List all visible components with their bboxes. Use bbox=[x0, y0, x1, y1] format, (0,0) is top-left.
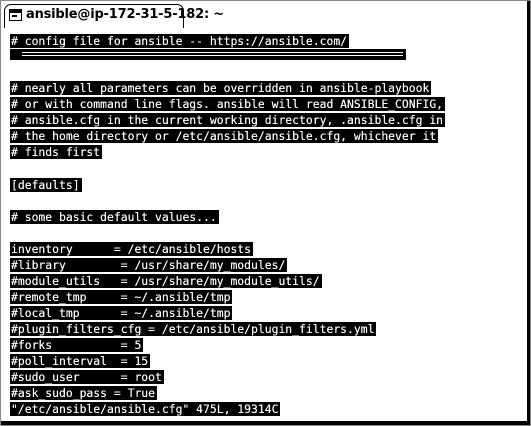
terminal-tab[interactable]: ansible@ip-172-31-5-182: ~ bbox=[4, 4, 224, 28]
status-line: "/etc/ansible/ansible.cfg" 475L, 19314C bbox=[10, 402, 281, 416]
terminal-line: # some basic default values... bbox=[10, 210, 219, 224]
terminal-line: # nearly all parameters can be overridde… bbox=[10, 81, 432, 95]
window-title: ansible@ip-172-31-5-182: ~ bbox=[26, 7, 224, 22]
window-right-border bbox=[527, 1, 530, 425]
window-bottom-border bbox=[1, 421, 530, 425]
terminal-line: #remote_tmp = ~/.ansible/tmp bbox=[10, 290, 233, 304]
terminal-line: #poll_interval = 15 bbox=[10, 354, 151, 368]
terminal-line: #library = /usr/share/my_modules/ bbox=[10, 258, 288, 272]
terminal-line: # finds first bbox=[10, 145, 103, 159]
title-bar: ansible@ip-172-31-5-182: ~ bbox=[1, 1, 530, 29]
terminal-line: # config file for ansible -- https://ans… bbox=[10, 34, 350, 48]
terminal-line: # ansible.cfg in the current working dir… bbox=[10, 113, 446, 127]
terminal-window: ansible@ip-172-31-5-182: ~ # config file… bbox=[0, 0, 531, 426]
terminal-line: #forks = 5 bbox=[10, 338, 144, 352]
terminal-line: inventory = /etc/ansible/hosts bbox=[10, 242, 254, 256]
terminal-line: #module_utils = /usr/share/my_module_uti… bbox=[10, 274, 322, 288]
terminal-line: #ask_sudo_pass = True bbox=[10, 386, 158, 400]
terminal-line: # the home directory or /etc/ansible/ans… bbox=[10, 129, 439, 143]
terminal-line-separator bbox=[10, 49, 406, 60]
terminal-line: #plugin_filters_cfg = /etc/ansible/plugi… bbox=[10, 322, 377, 336]
terminal-line: #sudo_user = root bbox=[10, 370, 164, 384]
terminal-line: #local_tmp = ~/.ansible/tmp bbox=[10, 306, 233, 320]
terminal-app-icon bbox=[9, 9, 22, 21]
terminal-output[interactable]: # config file for ansible -- https://ans… bbox=[10, 30, 521, 417]
terminal-line: # or with command line flags. ansible wi… bbox=[10, 97, 446, 111]
terminal-line: [defaults] bbox=[10, 178, 82, 192]
